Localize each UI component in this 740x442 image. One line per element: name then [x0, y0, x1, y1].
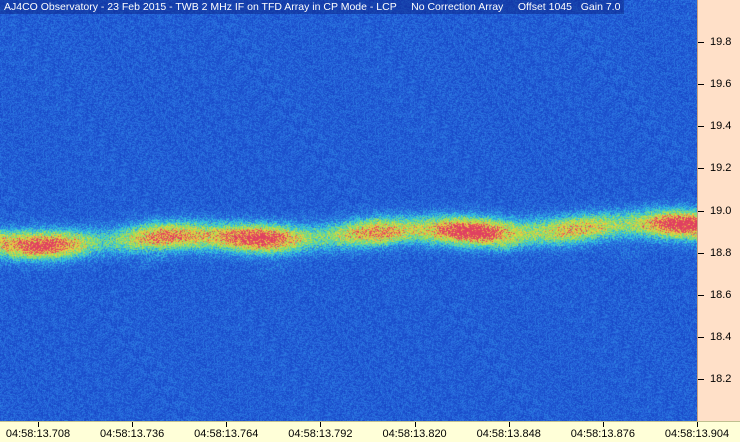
time-axis: 04:58:13.708 04:58:13.736 04:58:13.764 04:5…: [0, 421, 740, 442]
observatory-title: AJ4CO Observatory - 23 Feb 2015 - TWB 2 …: [0, 0, 625, 14]
frequency-axis: 19.8 19.6 19.4 19.2 19.0 18.8 18.6 18.4 18.2: [697, 0, 740, 421]
time-tick-label: 04:58:13.708: [5, 428, 71, 440]
time-tick-mark: [697, 422, 698, 427]
freq-tick-mark: [698, 42, 704, 44]
freq-tick-mark: [698, 210, 704, 212]
freq-tick-mark: [698, 126, 704, 128]
freq-tick-mark: [698, 378, 704, 380]
time-tick-mark: [226, 422, 228, 427]
time-tick-mark: [602, 422, 604, 427]
time-tick-label: 04:58:13.848: [476, 428, 541, 440]
time-tick-label: 04:58:13.904: [664, 428, 730, 440]
time-tick-mark: [508, 422, 510, 427]
freq-tick-mark: [698, 84, 704, 86]
freq-tick-label: 19.0: [710, 204, 732, 217]
freq-tick-label: 18.8: [710, 246, 732, 259]
freq-tick-label: 18.6: [710, 288, 732, 301]
time-tick-mark: [414, 422, 416, 427]
freq-tick-mark: [698, 168, 704, 170]
spectrogram-plot: [0, 0, 697, 421]
time-tick-mark: [38, 422, 39, 427]
time-tick-label: 04:58:13.736: [100, 428, 165, 440]
time-tick-label: 04:58:13.764: [194, 428, 259, 440]
freq-tick-label: 19.2: [710, 162, 732, 175]
time-tick-mark: [320, 422, 322, 427]
freq-tick-mark: [698, 252, 704, 254]
freq-tick-label: 18.2: [710, 372, 732, 385]
freq-tick-label: 19.8: [710, 36, 732, 49]
time-tick-label: 04:58:13.876: [570, 428, 635, 440]
time-tick-mark: [132, 422, 134, 427]
freq-tick-label: 19.6: [710, 78, 732, 91]
freq-tick-label: 18.4: [710, 330, 732, 343]
freq-tick-mark: [698, 294, 704, 296]
time-tick-label: 04:58:13.820: [382, 428, 447, 440]
time-tick-label: 04:58:13.792: [288, 428, 353, 440]
freq-tick-label: 19.4: [710, 120, 732, 133]
freq-tick-mark: [698, 336, 704, 338]
